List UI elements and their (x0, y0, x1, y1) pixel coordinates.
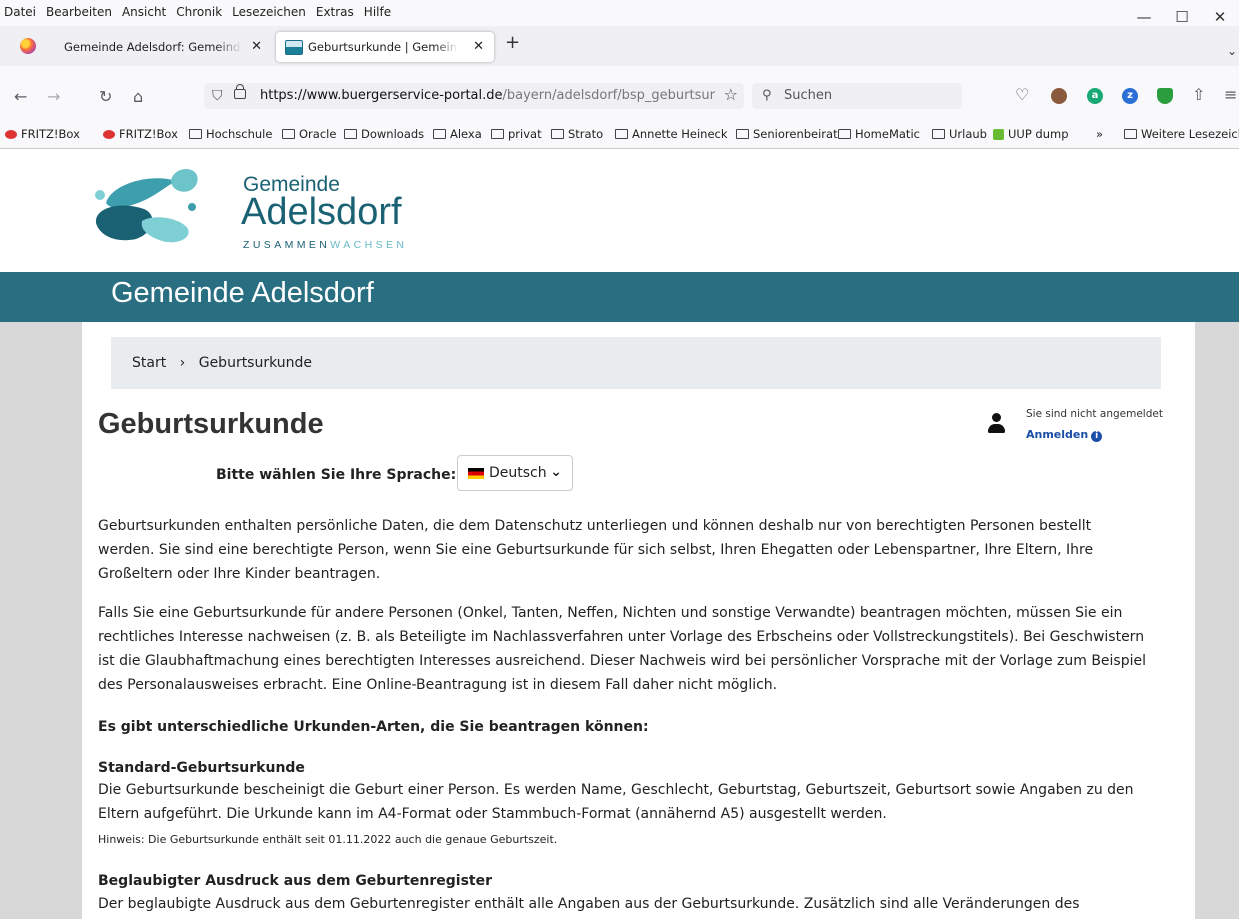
right-margin (1195, 322, 1239, 919)
folder-icon (736, 129, 749, 139)
forward-icon[interactable]: → (47, 87, 60, 106)
bookmark-fritzbox-1[interactable]: FRITZ!Box (5, 127, 80, 141)
types-heading: Es gibt unterschiedliche Urkunden-Arten,… (98, 719, 649, 735)
bookmarks-overflow-icon[interactable]: » (1096, 127, 1103, 141)
menu-chronik[interactable]: Chronik (171, 0, 227, 20)
lock-icon[interactable] (234, 84, 246, 99)
bookmark-fritzbox-2[interactable]: FRITZ!Box (103, 127, 178, 141)
folder-icon (491, 129, 504, 139)
menu-hilfe[interactable]: Hilfe (359, 0, 396, 20)
menu-ansicht[interactable]: Ansicht (117, 0, 171, 20)
bookmark-annette-heineck[interactable]: Annette Heineck (615, 127, 728, 141)
pocket-icon[interactable]: ♡ (1015, 85, 1029, 104)
bookmark-hochschule[interactable]: Hochschule (189, 127, 272, 141)
menu-datei[interactable]: Datei (0, 0, 41, 20)
bookmark-urlaub[interactable]: Urlaub (932, 127, 987, 141)
folder-icon (344, 129, 357, 139)
breadcrumb-current: Geburtsurkunde (198, 355, 313, 371)
shield-extension-icon[interactable] (1157, 88, 1173, 104)
folder-icon (282, 129, 295, 139)
banner-title: Gemeinde Adelsdorf (111, 277, 374, 309)
other-persons-paragraph: Falls Sie eine Geburtsurkunde für andere… (98, 605, 1146, 693)
info-icon[interactable]: i (1091, 431, 1103, 442)
login-link[interactable]: Anmelden i (1026, 428, 1103, 442)
tab-bar: Gemeinde Adelsdorf: Gemeinde Adelsdorf ✕… (0, 26, 1239, 66)
url-bar[interactable]: ⛉ https://www.buergerservice-portal.de/b… (204, 83, 744, 109)
folder-icon (838, 129, 851, 139)
user-icon (987, 413, 1005, 435)
breadcrumb: Start › Geburtsurkunde (111, 337, 1161, 389)
standard-certificate-title: Standard-Geburtsurkunde (98, 760, 305, 776)
search-placeholder: Suchen (784, 88, 833, 103)
language-label: Bitte wählen Sie Ihre Sprache: (216, 467, 457, 483)
folder-icon (615, 129, 628, 139)
menu-bar: Datei Bearbeiten Ansicht Chronik Lesezeichen… (0, 0, 1239, 26)
language-selected: Deutsch (489, 465, 547, 481)
reload-icon[interactable]: ↻ (99, 87, 112, 106)
login-status: Sie sind nicht angemeldet (1026, 408, 1163, 420)
folder-icon (189, 129, 202, 139)
standard-certificate-hint: Hinweis: Die Geburtsurkunde enthält seit… (98, 833, 558, 846)
folder-icon (551, 129, 564, 139)
list-all-tabs-icon[interactable]: ⌄ (1227, 44, 1237, 58)
bookmark-uup-dump[interactable]: UUP dump (993, 127, 1069, 141)
tab-label: Gemeinde Adelsdorf: Gemeinde Adelsdorf (64, 40, 242, 54)
fritzbox-icon (103, 130, 115, 139)
folder-icon (932, 129, 945, 139)
tab-label: Geburtsurkunde | Gemeinde Adelsdorf (308, 40, 458, 54)
folder-icon (1124, 129, 1137, 139)
bookmark-oracle[interactable]: Oracle (282, 127, 336, 141)
menu-extras[interactable]: Extras (311, 0, 359, 20)
bookmark-seniorenbeirat[interactable]: Seniorenbeirat (736, 127, 838, 141)
bookmark-alexa[interactable]: Alexa (433, 127, 482, 141)
german-flag-icon (468, 468, 484, 479)
bookmark-strato[interactable]: Strato (551, 127, 603, 141)
logo-title-line2: Adelsdorf (241, 191, 402, 233)
bookmark-downloads[interactable]: Downloads (344, 127, 424, 141)
back-icon[interactable]: ← (14, 87, 27, 106)
home-icon[interactable]: ⌂ (133, 87, 143, 106)
url-text[interactable]: https://www.buergerservice-portal.de/bay… (260, 83, 715, 109)
bookmark-star-icon[interactable]: ☆ (724, 82, 738, 108)
gemeinde-logo-icon[interactable] (92, 163, 202, 247)
nav-bar: ← → ↻ ⌂ ⛉ https://www.buergerservice-por… (0, 66, 1239, 120)
intro-paragraph: Geburtsurkunden enthalten persönliche Da… (98, 518, 1094, 582)
bookmark-privat[interactable]: privat (491, 127, 542, 141)
close-tab-icon[interactable]: ✕ (473, 32, 484, 62)
firefox-view-icon[interactable] (20, 38, 36, 54)
z-extension-icon[interactable]: z (1122, 88, 1138, 104)
web-page: Gemeinde Adelsdorf ZUSAMMENWACHSEN Gemei… (0, 149, 1239, 919)
standard-certificate-text: Die Geburtsurkunde bescheinigt die Gebur… (98, 782, 1134, 822)
site-favicon-icon (285, 40, 303, 55)
left-margin (0, 322, 82, 919)
bookmark-other[interactable]: Weitere Lesezeichen (1124, 127, 1239, 141)
site-banner: Gemeinde Adelsdorf (0, 272, 1239, 322)
search-bar[interactable]: ⚲ Suchen (752, 83, 962, 109)
menu-icon[interactable]: ≡ (1224, 85, 1237, 104)
fritzbox-icon (5, 130, 17, 139)
new-tab-button[interactable]: + (505, 32, 520, 53)
tracking-protection-icon[interactable]: ⛉ (212, 83, 223, 109)
profile-icon[interactable] (1051, 88, 1067, 104)
uup-icon (993, 129, 1004, 140)
bookmark-homematic[interactable]: HomeMatic (838, 127, 920, 141)
tab-geburtsurkunde[interactable]: Geburtsurkunde | Gemeinde Adelsdorf ✕ (276, 32, 494, 62)
search-icon: ⚲ (762, 88, 772, 103)
tab-adelsdorf-home[interactable]: Gemeinde Adelsdorf: Gemeinde Adelsdorf ✕ (54, 32, 272, 62)
chevron-down-icon: ⌄ (550, 464, 562, 480)
bookmarks-toolbar: FRITZ!Box FRITZ!Box Hochschule Oracle Do… (0, 120, 1239, 149)
menu-lesezeichen[interactable]: Lesezeichen (227, 0, 311, 20)
share-icon[interactable]: ⇧ (1192, 85, 1205, 104)
close-tab-icon[interactable]: ✕ (251, 32, 262, 62)
a-extension-icon[interactable]: a (1087, 88, 1103, 104)
register-extract-text: Der beglaubigte Ausdruck aus dem Geburte… (98, 896, 1080, 912)
folder-icon (433, 129, 446, 139)
register-extract-title: Beglaubigter Ausdruck aus dem Geburtenre… (98, 873, 492, 889)
logo-tagline: ZUSAMMENWACHSEN (243, 239, 408, 251)
page-title: Geburtsurkunde (98, 408, 324, 440)
breadcrumb-start-link[interactable]: Start (132, 337, 166, 389)
language-select[interactable]: Deutsch ⌄ (457, 455, 573, 491)
menu-bearbeiten[interactable]: Bearbeiten (41, 0, 117, 20)
breadcrumb-separator-icon: › (179, 355, 186, 371)
